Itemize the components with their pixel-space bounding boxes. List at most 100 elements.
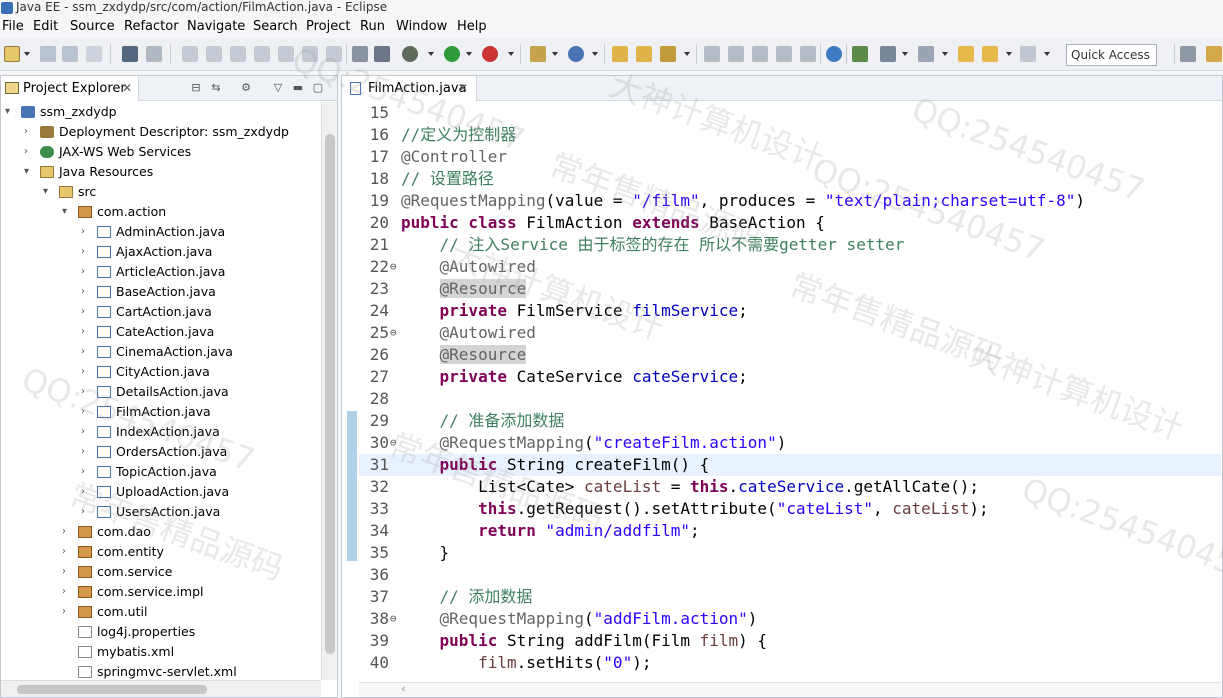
new-java-class-icon[interactable] (568, 46, 584, 62)
chevron-right-icon[interactable]: › (62, 582, 66, 602)
tree-item[interactable]: › ArticleAction.java (1, 262, 321, 282)
menu-refactor[interactable]: Refactor (124, 19, 179, 35)
tree-item[interactable]: › com.util (1, 602, 321, 622)
tree-item[interactable]: › FilmAction.java (1, 402, 321, 422)
chevron-right-icon[interactable]: › (81, 502, 85, 522)
code-line[interactable]: 20 public class FilmAction extends BaseAc… (359, 212, 1221, 234)
code-line[interactable]: 26 @Resource (359, 344, 1221, 366)
project-tree-vertical-scrollbar[interactable] (321, 102, 337, 680)
chevron-right-icon[interactable]: › (81, 302, 85, 322)
code-line[interactable]: 24 private FilmService filmService; (359, 300, 1221, 322)
tree-item[interactable]: › com.entity (1, 542, 321, 562)
chevron-right-icon[interactable]: › (81, 282, 85, 302)
tree-item[interactable]: › OrdersAction.java (1, 442, 321, 462)
chevron-right-icon[interactable]: › (81, 462, 85, 482)
menu-project[interactable]: Project (306, 19, 350, 35)
tree-item[interactable]: › IndexAction.java (1, 422, 321, 442)
chevron-right-icon[interactable]: › (81, 482, 85, 502)
previous-annotation-icon[interactable] (880, 46, 896, 62)
menu-help[interactable]: Help (457, 19, 487, 35)
show-whitespace-icon[interactable] (752, 46, 768, 62)
skip-breakpoints-icon[interactable] (146, 46, 162, 62)
forward-icon[interactable] (1020, 46, 1036, 62)
chevron-right-icon[interactable]: › (81, 382, 85, 402)
code-line[interactable]: 19 @RequestMapping(value = "/film", produ… (359, 190, 1221, 212)
open-type-icon[interactable] (612, 46, 628, 62)
menu-source[interactable]: Source (70, 19, 115, 35)
new-dropdown-arrow[interactable] (24, 52, 30, 56)
code-line[interactable]: 32 List<Cate> cateList = this.cateServic… (359, 476, 1221, 498)
tree-item[interactable]: › JAX-WS Web Services (1, 142, 321, 162)
quick-access-input[interactable]: Quick Access (1066, 44, 1157, 66)
open-task-icon[interactable] (352, 46, 368, 62)
menu-file[interactable]: File (2, 19, 24, 35)
terminate-icon[interactable] (230, 46, 246, 62)
fold-collapse-icon[interactable]: ⊖ (390, 256, 397, 278)
last-edit-dropdown-arrow[interactable] (942, 52, 948, 56)
tree-item[interactable]: › AjaxAction.java (1, 242, 321, 262)
chevron-right-icon[interactable]: › (81, 362, 85, 382)
run-dropdown-arrow[interactable] (466, 52, 472, 56)
new-java-project-icon[interactable] (530, 46, 546, 62)
tree-item[interactable]: ▾ src (1, 182, 321, 202)
suspend-icon[interactable] (206, 46, 222, 62)
scroll-left-icon[interactable]: ‹ (401, 682, 405, 695)
word-wrap-icon[interactable] (776, 46, 792, 62)
tree-item[interactable]: › UsersAction.java (1, 502, 321, 522)
fold-collapse-icon[interactable]: ⊖ (390, 608, 397, 630)
print-icon[interactable] (86, 46, 102, 62)
tree-item[interactable]: ▾ Java Resources (1, 162, 321, 182)
maximize-icon[interactable]: ▢ (311, 82, 325, 94)
chevron-right-icon[interactable]: › (81, 322, 85, 342)
server-icon[interactable] (374, 46, 390, 62)
annotation-dropdown-arrow[interactable] (902, 52, 908, 56)
code-line[interactable]: 16 //定义为控制器 (359, 124, 1221, 146)
code-line[interactable]: 34 return "admin/addfilm"; (359, 520, 1221, 542)
chevron-right-icon[interactable]: › (81, 342, 85, 362)
toggle-mark-occurrences-icon[interactable] (704, 46, 720, 62)
tab-project-explorer[interactable]: Project Explorer ✕ (1, 76, 139, 101)
tree-item[interactable]: ▾ ssm_zxdydp (1, 102, 321, 122)
code-line[interactable]: 21 // 注入Service 由于标签的存在 所以不需要getter sett… (359, 234, 1221, 256)
tree-item[interactable]: › BaseAction.java (1, 282, 321, 302)
chevron-right-icon[interactable]: › (62, 542, 66, 562)
tree-item[interactable]: › com.dao (1, 522, 321, 542)
code-line[interactable]: 39 public String addFilm(Film film) { (359, 630, 1221, 652)
scrollbar-thumb[interactable] (325, 134, 335, 654)
show-editor-icon[interactable] (800, 46, 816, 62)
scrollbar-thumb[interactable] (17, 685, 207, 694)
forward-dropdown-arrow[interactable] (1044, 52, 1050, 56)
chevron-right-icon[interactable]: › (81, 402, 85, 422)
tree-item[interactable]: › CartAction.java (1, 302, 321, 322)
code-line[interactable]: 25 ⊖ @Autowired (359, 322, 1221, 344)
project-tree-horizontal-scrollbar[interactable] (1, 680, 321, 697)
search-icon[interactable] (660, 46, 676, 62)
code-line[interactable]: 31 public String createFilm() { (359, 454, 1221, 476)
chevron-down-icon[interactable]: ▾ (24, 162, 29, 182)
code-line[interactable]: 37 // 添加数据 (359, 586, 1221, 608)
menu-window[interactable]: Window (396, 19, 447, 35)
tab-filmaction-java[interactable]: FilmAction.java ✕ (342, 76, 477, 101)
chevron-right-icon[interactable]: › (81, 422, 85, 442)
new-icon[interactable] (4, 46, 20, 62)
new-java-project-dropdown-arrow[interactable] (552, 52, 558, 56)
menu-run[interactable]: Run (360, 19, 385, 35)
new-java-class-dropdown-arrow[interactable] (592, 52, 598, 56)
close-icon[interactable]: ✕ (458, 81, 468, 95)
tree-item[interactable]: › CateAction.java (1, 322, 321, 342)
debug-settings-dropdown-arrow[interactable] (428, 52, 434, 56)
code-line[interactable]: 40 film.setHits("0"); (359, 652, 1221, 674)
chevron-right-icon[interactable]: › (24, 142, 28, 162)
collapse-all-icon[interactable]: ⊟ (189, 82, 203, 94)
chevron-right-icon[interactable]: › (62, 562, 66, 582)
editor-horizontal-scrollbar[interactable]: ‹ (359, 682, 1221, 697)
resume-icon[interactable] (182, 46, 198, 62)
tree-item[interactable]: ▾ com.action (1, 202, 321, 222)
tree-item[interactable]: › DetailsAction.java (1, 382, 321, 402)
back-icon[interactable] (958, 46, 974, 62)
external-tools-dropdown-arrow[interactable] (508, 52, 514, 56)
chevron-down-icon[interactable]: ▾ (5, 102, 10, 122)
last-edit-location-icon[interactable] (918, 46, 934, 62)
toggle-block-selection-icon[interactable] (728, 46, 744, 62)
chevron-right-icon[interactable]: › (62, 602, 66, 622)
